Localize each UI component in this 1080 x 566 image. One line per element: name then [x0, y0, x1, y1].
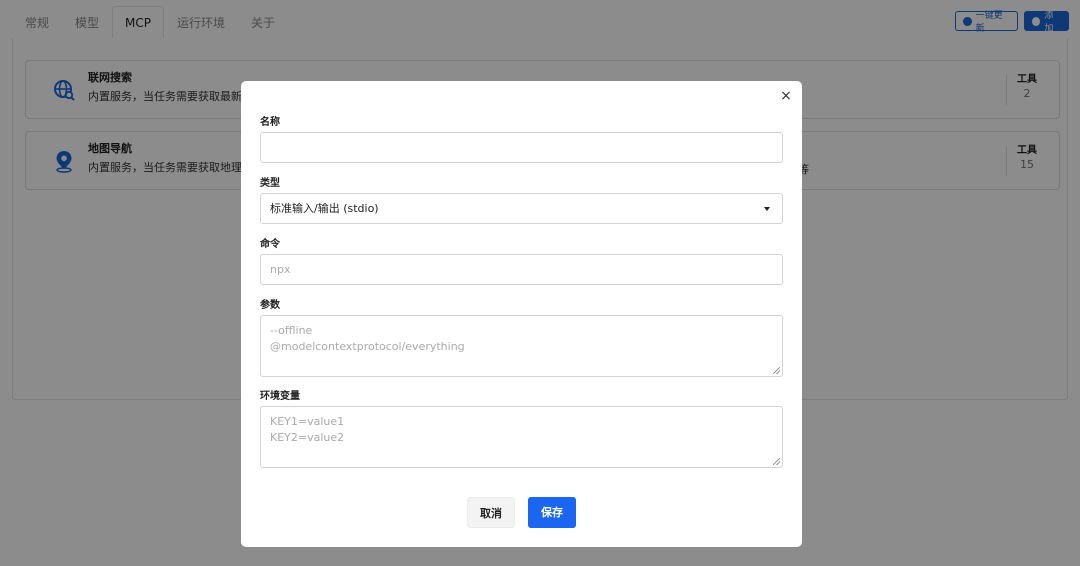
args-field[interactable]: --offline @modelcontextprotocol/everythi… — [260, 315, 783, 377]
command-label: 命令 — [260, 239, 280, 250]
env-placeholder-line: KEY1=value1 — [270, 415, 345, 428]
type-select-value: 标准输入/输出 (stdio) — [270, 202, 379, 215]
chevron-down-icon — [764, 207, 770, 211]
type-select[interactable]: 标准输入/输出 (stdio) — [260, 193, 783, 224]
args-label: 参数 — [260, 300, 280, 311]
env-field[interactable]: KEY1=value1 KEY2=value2 — [260, 406, 783, 468]
resize-handle-icon[interactable] — [773, 367, 780, 374]
type-label: 类型 — [260, 178, 280, 189]
name-field[interactable] — [260, 132, 783, 163]
resize-handle-icon[interactable] — [773, 458, 780, 465]
env-label: 环境变量 — [260, 391, 300, 402]
args-placeholder-line: --offline — [270, 324, 313, 337]
env-placeholder-line: KEY2=value2 — [270, 431, 345, 444]
add-server-dialog: × 名称 类型 标准输入/输出 (stdio) 命令 npx 参数 --offl… — [241, 81, 802, 547]
save-button[interactable]: 保存 — [528, 497, 576, 528]
name-label: 名称 — [260, 117, 280, 128]
command-placeholder: npx — [270, 263, 291, 276]
cancel-button[interactable]: 取消 — [467, 497, 515, 528]
command-field[interactable]: npx — [260, 254, 783, 285]
close-icon[interactable]: × — [778, 88, 794, 104]
args-placeholder-line: @modelcontextprotocol/everything — [270, 340, 465, 353]
